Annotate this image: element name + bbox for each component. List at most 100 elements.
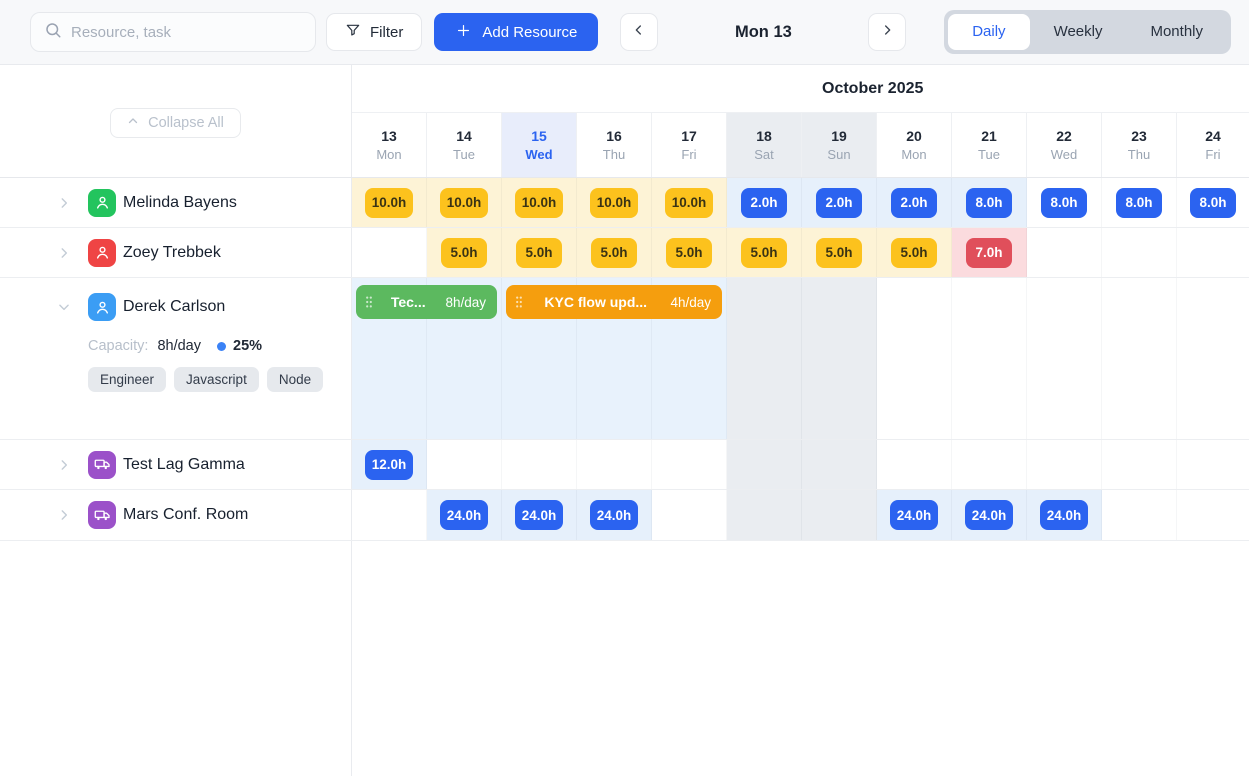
day-header-19[interactable]: 19Sun <box>802 113 877 177</box>
hours-badge[interactable]: 8.0h <box>1041 188 1087 218</box>
day-cell-21[interactable]: 24.0h <box>952 490 1027 540</box>
hours-badge[interactable]: 10.0h <box>440 188 489 218</box>
day-cell-18[interactable]: 2.0h <box>727 178 802 227</box>
day-cell-19[interactable] <box>802 490 877 540</box>
day-cell-16[interactable] <box>577 440 652 489</box>
day-header-14[interactable]: 14Tue <box>427 113 502 177</box>
hours-badge[interactable]: 24.0h <box>440 500 489 530</box>
day-cell-13[interactable]: 12.0h <box>352 440 427 489</box>
hours-badge[interactable]: 8.0h <box>1190 188 1236 218</box>
day-cell-13[interactable] <box>352 490 427 540</box>
day-cell-20[interactable]: 2.0h <box>877 178 952 227</box>
day-header-22[interactable]: 22Wed <box>1027 113 1102 177</box>
filter-button[interactable]: Filter <box>326 13 422 51</box>
next-period-button[interactable] <box>868 13 906 51</box>
hours-badge[interactable]: 7.0h <box>966 238 1012 268</box>
day-cell-18[interactable]: 5.0h <box>727 228 802 277</box>
hours-badge[interactable]: 24.0h <box>965 500 1014 530</box>
day-header-13[interactable]: 13Mon <box>352 113 427 177</box>
hours-badge[interactable]: 5.0h <box>891 238 937 268</box>
view-tab-daily[interactable]: Daily <box>948 14 1029 50</box>
day-header-21[interactable]: 21Tue <box>952 113 1027 177</box>
day-header-23[interactable]: 23Thu <box>1102 113 1177 177</box>
day-cell-24[interactable] <box>1177 278 1249 439</box>
hours-badge[interactable]: 10.0h <box>515 188 564 218</box>
day-cell-24[interactable] <box>1177 440 1249 489</box>
day-cell-18[interactable] <box>727 440 802 489</box>
day-cell-13[interactable]: 10.0h <box>352 178 427 227</box>
day-cell-20[interactable] <box>877 440 952 489</box>
day-cell-14[interactable]: 10.0h <box>427 178 502 227</box>
day-cell-17[interactable]: 5.0h <box>652 228 727 277</box>
view-tab-monthly[interactable]: Monthly <box>1126 14 1227 50</box>
day-cell-16[interactable]: 5.0h <box>577 228 652 277</box>
search-box[interactable] <box>30 12 316 52</box>
day-cell-16[interactable]: 10.0h <box>577 178 652 227</box>
hours-badge[interactable]: 12.0h <box>365 450 414 480</box>
day-cell-24[interactable] <box>1177 228 1249 277</box>
day-cell-23[interactable] <box>1102 228 1177 277</box>
day-cell-18[interactable] <box>727 278 802 439</box>
day-cell-22[interactable] <box>1027 228 1102 277</box>
hours-badge[interactable]: 24.0h <box>515 500 564 530</box>
chevron-right-icon[interactable] <box>57 196 73 210</box>
day-cell-17[interactable]: 10.0h <box>652 178 727 227</box>
day-cell-19[interactable]: 5.0h <box>802 228 877 277</box>
hours-badge[interactable]: 5.0h <box>666 238 712 268</box>
hours-badge[interactable]: 5.0h <box>741 238 787 268</box>
drag-handle-icon[interactable] <box>515 295 523 309</box>
chevron-right-icon[interactable] <box>57 508 73 522</box>
day-cell-15[interactable]: 24.0h <box>502 490 577 540</box>
day-cell-21[interactable]: 7.0h <box>952 228 1027 277</box>
day-header-15[interactable]: 15Wed <box>502 113 577 177</box>
hours-badge[interactable]: 5.0h <box>816 238 862 268</box>
hours-badge[interactable]: 2.0h <box>891 188 937 218</box>
day-cell-16[interactable]: 24.0h <box>577 490 652 540</box>
collapse-all-button[interactable]: Collapse All <box>110 108 241 138</box>
day-cell-17[interactable] <box>652 440 727 489</box>
hours-badge[interactable]: 8.0h <box>1116 188 1162 218</box>
day-header-24[interactable]: 24Fri <box>1177 113 1249 177</box>
chevron-right-icon[interactable] <box>57 458 73 472</box>
hours-badge[interactable]: 24.0h <box>890 500 939 530</box>
day-cell-19[interactable] <box>802 278 877 439</box>
day-cell-24[interactable]: 8.0h <box>1177 178 1249 227</box>
hours-badge[interactable]: 24.0h <box>1040 500 1089 530</box>
drag-handle-icon[interactable] <box>365 295 373 309</box>
day-cell-23[interactable] <box>1102 440 1177 489</box>
day-cell-20[interactable] <box>877 278 952 439</box>
day-cell-20[interactable]: 5.0h <box>877 228 952 277</box>
add-resource-button[interactable]: Add Resource <box>434 13 598 51</box>
day-cell-14[interactable]: 5.0h <box>427 228 502 277</box>
day-cell-19[interactable] <box>802 440 877 489</box>
hours-badge[interactable]: 5.0h <box>591 238 637 268</box>
day-cell-17[interactable] <box>652 490 727 540</box>
hours-badge[interactable]: 2.0h <box>741 188 787 218</box>
hours-badge[interactable]: 8.0h <box>966 188 1012 218</box>
day-cell-23[interactable]: 8.0h <box>1102 178 1177 227</box>
hours-badge[interactable]: 24.0h <box>590 500 639 530</box>
hours-badge[interactable]: 5.0h <box>441 238 487 268</box>
day-header-18[interactable]: 18Sat <box>727 113 802 177</box>
view-tab-weekly[interactable]: Weekly <box>1030 14 1127 50</box>
day-cell-14[interactable]: 24.0h <box>427 490 502 540</box>
day-cell-21[interactable]: 8.0h <box>952 178 1027 227</box>
day-cell-19[interactable]: 2.0h <box>802 178 877 227</box>
hours-badge[interactable]: 2.0h <box>816 188 862 218</box>
day-cell-15[interactable]: 10.0h <box>502 178 577 227</box>
day-cell-22[interactable]: 24.0h <box>1027 490 1102 540</box>
day-cell-23[interactable] <box>1102 278 1177 439</box>
day-cell-13[interactable] <box>352 228 427 277</box>
day-cell-15[interactable] <box>502 440 577 489</box>
day-cell-22[interactable] <box>1027 278 1102 439</box>
day-cell-21[interactable] <box>952 278 1027 439</box>
search-input[interactable] <box>71 24 302 41</box>
hours-badge[interactable]: 10.0h <box>365 188 414 218</box>
day-cell-21[interactable] <box>952 440 1027 489</box>
hours-badge[interactable]: 5.0h <box>516 238 562 268</box>
task-bar[interactable]: KYC flow upd...4h/day <box>506 285 722 319</box>
day-cell-14[interactable] <box>427 440 502 489</box>
day-cell-18[interactable] <box>727 490 802 540</box>
day-header-20[interactable]: 20Mon <box>877 113 952 177</box>
day-cell-15[interactable]: 5.0h <box>502 228 577 277</box>
